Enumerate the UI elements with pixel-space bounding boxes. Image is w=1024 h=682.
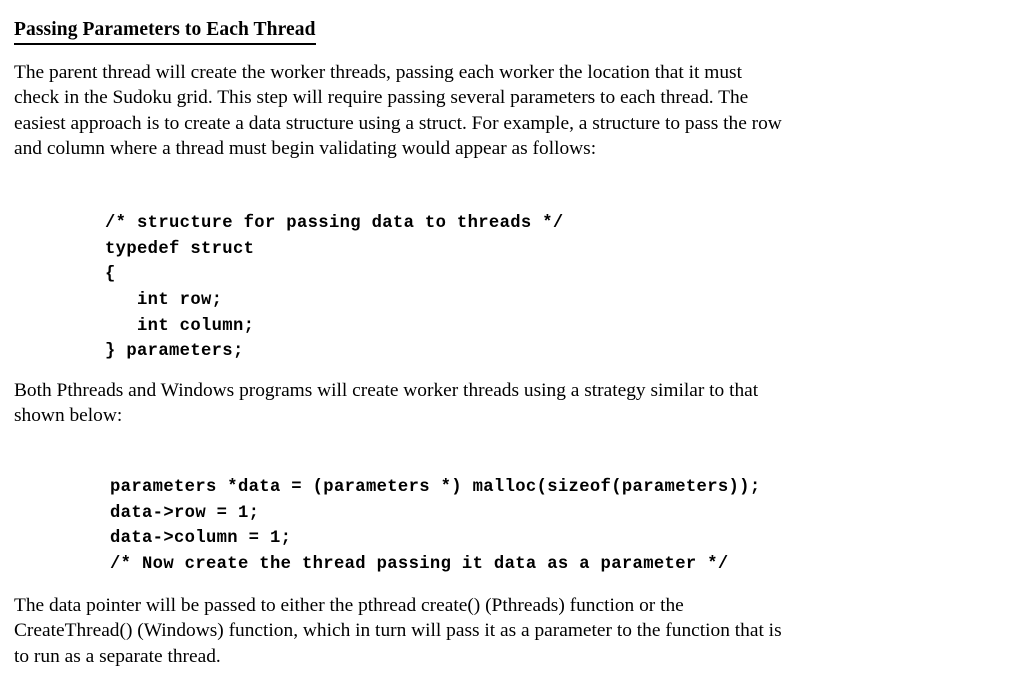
code-block-thread-creation: parameters *data = (parameters *) malloc… — [110, 475, 761, 577]
paragraph-line: to run as a separate thread. — [14, 645, 221, 667]
paragraph-line: shown below: — [14, 405, 123, 427]
paragraph-line: check in the Sudoku grid. This step will… — [14, 87, 749, 109]
paragraph-line: CreateThread() (Windows) function, which… — [14, 620, 782, 642]
code-line: int column; — [105, 316, 255, 336]
page-title-text: Passing Parameters to Each Thread — [14, 18, 316, 46]
paragraph-line: and column where a thread must begin val… — [14, 138, 597, 160]
code-line: parameters *data = (parameters *) malloc… — [110, 478, 761, 498]
code-line: int row; — [105, 290, 223, 310]
code-line: data->row = 1; — [110, 503, 260, 523]
code-line: /* structure for passing data to threads… — [105, 214, 564, 234]
code-line: } parameters; — [105, 342, 244, 362]
intro-paragraph: The parent thread will create the worker… — [14, 60, 782, 162]
paragraph-line: The parent thread will create the worker… — [14, 62, 742, 83]
code-line: data->column = 1; — [110, 529, 292, 549]
paragraph-line: easiest approach is to create a data str… — [14, 112, 782, 134]
outro-paragraph: The data pointer will be passed to eithe… — [14, 593, 782, 669]
code-line: typedef struct — [105, 239, 255, 259]
code-block-struct-definition: /* structure for passing data to threads… — [105, 211, 564, 365]
middle-paragraph: Both Pthreads and Windows programs will … — [14, 378, 758, 429]
page-title: Passing Parameters to Each Thread — [14, 18, 316, 46]
code-line: /* Now create the thread passing it data… — [110, 554, 729, 574]
paragraph-line: Both Pthreads and Windows programs will … — [14, 380, 759, 401]
document-page: Passing Parameters to Each Thread The pa… — [0, 0, 1024, 682]
code-line: { — [105, 265, 116, 285]
paragraph-line: The data pointer will be passed to eithe… — [14, 595, 684, 616]
